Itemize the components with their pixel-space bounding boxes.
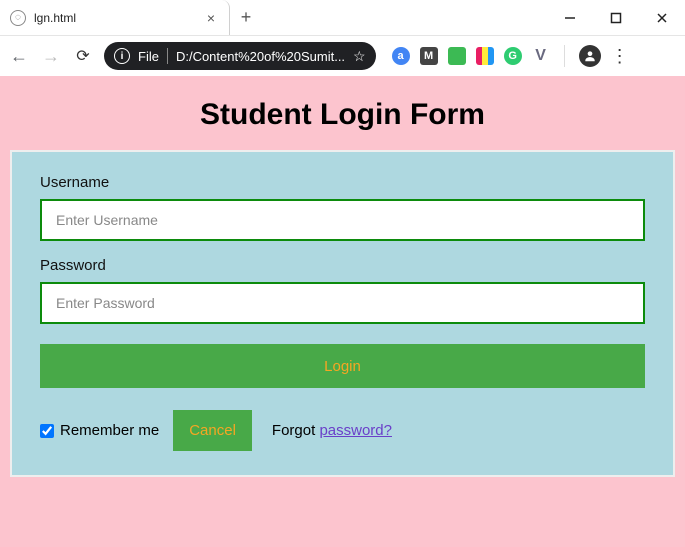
extension-icon-green[interactable] xyxy=(448,47,466,65)
password-label: Password xyxy=(40,257,645,274)
site-info-icon[interactable]: i xyxy=(114,48,130,64)
password-input[interactable] xyxy=(40,282,645,324)
window-titlebar: ◌ lgn.html × + xyxy=(0,0,685,36)
tab-title: lgn.html xyxy=(34,11,195,25)
new-tab-button[interactable]: + xyxy=(230,0,262,35)
remember-me[interactable]: Remember me xyxy=(40,422,159,439)
browser-tab[interactable]: ◌ lgn.html × xyxy=(0,0,230,35)
reload-button[interactable]: ⟳ xyxy=(72,46,94,66)
minimize-button[interactable] xyxy=(547,0,593,35)
extension-icon-v[interactable]: V xyxy=(532,47,550,65)
extension-icons: a M G V xyxy=(392,47,550,65)
page-title: Student Login Form xyxy=(0,76,685,150)
extension-icon-colorbars[interactable] xyxy=(476,47,494,65)
forward-button[interactable]: → xyxy=(40,46,62,67)
extension-icon-m[interactable]: M xyxy=(420,47,438,65)
address-bar[interactable]: i File D:/Content%20of%20Sumit... ☆ xyxy=(104,42,376,70)
maximize-button[interactable] xyxy=(593,0,639,35)
extension-icon-a[interactable]: a xyxy=(392,47,410,65)
page-viewport: Student Login Form Username Password Log… xyxy=(0,76,685,547)
globe-icon: ◌ xyxy=(10,10,26,26)
remember-checkbox[interactable] xyxy=(40,424,54,438)
forgot-password-link[interactable]: password? xyxy=(319,422,392,439)
bookmark-star-icon[interactable]: ☆ xyxy=(353,48,366,65)
remember-label: Remember me xyxy=(60,422,159,439)
username-input[interactable] xyxy=(40,199,645,241)
profile-avatar-icon[interactable] xyxy=(579,45,601,67)
login-form: Username Password Login Remember me Canc… xyxy=(10,150,675,477)
toolbar-separator xyxy=(564,45,565,67)
cancel-button[interactable]: Cancel xyxy=(173,410,252,451)
back-button[interactable]: ← xyxy=(8,46,30,67)
separator xyxy=(167,48,168,64)
url-scheme-label: File xyxy=(138,49,159,64)
forgot-password-text: Forgot password? xyxy=(272,422,392,439)
window-controls xyxy=(547,0,685,35)
url-text: D:/Content%20of%20Sumit... xyxy=(176,49,345,64)
form-bottom-row: Remember me Cancel Forgot password? xyxy=(40,410,645,451)
extension-icon-grammarly[interactable]: G xyxy=(504,47,522,65)
browser-menu-button[interactable]: ⋮ xyxy=(611,46,629,67)
username-label: Username xyxy=(40,174,645,191)
close-window-button[interactable] xyxy=(639,0,685,35)
browser-toolbar: ← → ⟳ i File D:/Content%20of%20Sumit... … xyxy=(0,36,685,76)
login-button[interactable]: Login xyxy=(40,344,645,388)
close-tab-icon[interactable]: × xyxy=(203,10,219,26)
